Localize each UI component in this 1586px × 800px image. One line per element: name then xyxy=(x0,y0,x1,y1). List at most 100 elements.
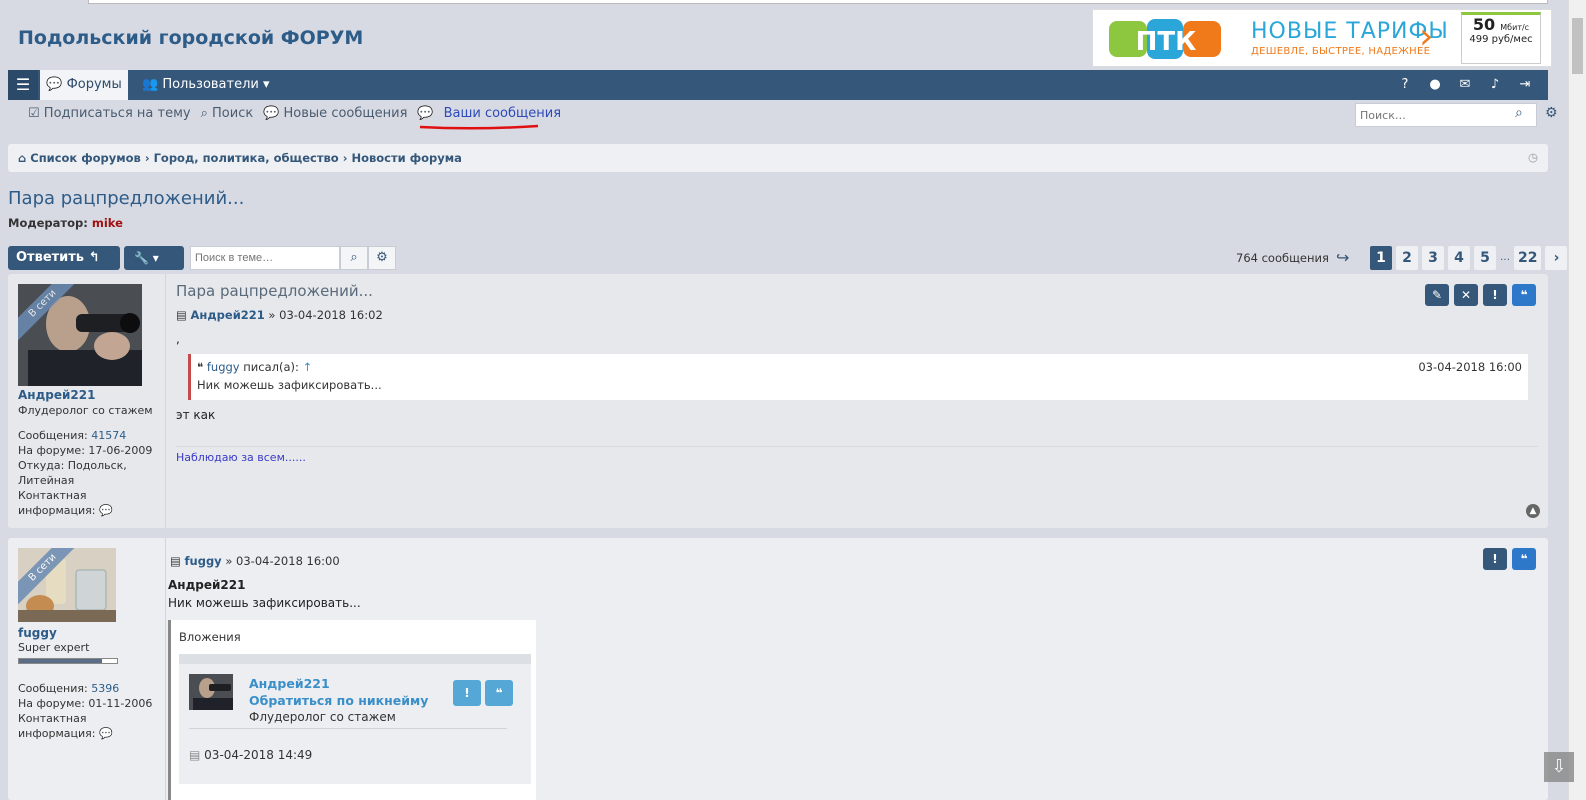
attachment-actions: ! ❝ xyxy=(453,680,513,706)
post-profile: В сети Андрей221 Флудеролог со стажем Со… xyxy=(8,274,166,528)
quote-icon[interactable]: ❝ xyxy=(1512,548,1536,570)
post-author-rank: Super expert xyxy=(18,641,90,654)
quote-icon[interactable]: ❝ xyxy=(485,680,513,706)
page-scrollbar[interactable] xyxy=(1568,0,1586,800)
post-meta-author[interactable]: Андрей221 xyxy=(191,308,265,322)
chat-icon[interactable]: 💬 xyxy=(99,727,113,740)
page-5[interactable]: 5 xyxy=(1474,246,1496,270)
header-search-input[interactable] xyxy=(1355,103,1537,127)
search-icon[interactable]: ⌕ xyxy=(340,246,368,270)
new-messages-link[interactable]: 💬 Новые сообщения xyxy=(263,106,407,121)
post-author-name[interactable]: fuggy xyxy=(18,626,57,640)
avatar[interactable]: В сети xyxy=(18,548,116,622)
post-icon: ▤ xyxy=(170,554,181,568)
contact-label: Контактная xyxy=(18,712,87,725)
quote-box: ❝ fuggy писал(а): ↑ 03-04-2018 16:00 Ник… xyxy=(188,354,1528,400)
banner-speed-box: 50 Мбит/с 499 руб/мес xyxy=(1461,12,1541,64)
post-actions: ! ❝ xyxy=(1483,548,1536,570)
site-title[interactable]: Подольский городской ФОРУМ xyxy=(18,27,363,49)
subscribe-label: Подписаться на тему xyxy=(43,106,191,121)
nav-forums[interactable]: 💬 Форумы xyxy=(40,70,128,100)
arrow-up-icon[interactable]: ↑ xyxy=(303,360,313,374)
mention-by-nickname-link[interactable]: Обратиться по никнейму xyxy=(249,693,428,708)
post-text: Ник можешь зафиксировать... xyxy=(168,596,361,610)
breadcrumb-forum[interactable]: Новости форума xyxy=(351,151,461,165)
your-messages-link[interactable]: Ваши сообщения xyxy=(444,106,561,121)
avatar[interactable]: В сети xyxy=(18,284,142,386)
user-icon[interactable]: ● xyxy=(1420,70,1450,100)
logout-icon[interactable]: ⇥ xyxy=(1510,70,1540,100)
back-to-top-icon[interactable]: ▲ xyxy=(1526,504,1540,518)
ad-banner[interactable]: ПТК НОВЫЕ ТАРИФЫ ДЕШЕВЛЕ, БЫСТРЕЕ, НАДЕЖ… xyxy=(1092,9,1552,67)
attachment-user-name[interactable]: Андрей221 xyxy=(249,676,330,691)
attachments-label: Вложения xyxy=(179,630,241,644)
banner-price: 499 руб/мес xyxy=(1469,34,1533,45)
ptk-logo: ПТК xyxy=(1109,19,1221,59)
banner-tagline: ДЕШЕВЛЕ, БЫСТРЕЕ, НАДЕЖНЕЕ xyxy=(1251,46,1431,57)
post-text-comma: , xyxy=(176,332,180,346)
scroll-down-icon[interactable]: ⇩ xyxy=(1544,752,1574,782)
attachment-date-line: ▤ 03-04-2018 14:49 xyxy=(189,748,312,762)
post-meta: ▤ fuggy » 03-04-2018 16:00 xyxy=(170,554,340,568)
gear-icon[interactable]: ⚙ xyxy=(368,246,396,270)
help-icon[interactable]: ? xyxy=(1390,70,1420,100)
quote-icon[interactable]: ❝ xyxy=(1512,284,1536,306)
topic-title[interactable]: Пара рацпредложений... xyxy=(8,188,244,209)
post-meta-author[interactable]: fuggy xyxy=(185,554,222,568)
post: В сети Андрей221 Флудеролог со стажем Со… xyxy=(8,274,1548,528)
joined-stat: На форуме: 17-06-2009 xyxy=(18,444,153,457)
search-icon[interactable]: ⌕ xyxy=(1515,105,1523,121)
nav-users-label: Пользователи xyxy=(162,77,259,92)
post: В сети fuggy Super expert Сообщения: 539… xyxy=(8,538,1548,800)
quote-date: 03-04-2018 16:00 xyxy=(1418,360,1522,374)
nav-users[interactable]: 👥 Пользователи ▾ xyxy=(138,70,274,100)
inbox-icon[interactable]: ✉ xyxy=(1450,70,1480,100)
page-ellipsis: … xyxy=(1500,252,1510,263)
moderator-line: Модератор: mike xyxy=(8,216,123,230)
breadcrumb-forums[interactable]: Список форумов xyxy=(30,151,141,165)
jump-to-page-icon[interactable]: ↪ xyxy=(1336,248,1349,267)
location-stat: Откуда: Подольск, xyxy=(18,459,127,472)
messages-label: Сообщения: xyxy=(18,429,88,442)
nav-icons: ? ● ✉ ♪ ⇥ xyxy=(1390,70,1540,100)
chevron-down-icon: ▾ xyxy=(263,77,270,92)
post-profile: В сети fuggy Super expert Сообщения: 539… xyxy=(8,538,166,800)
page-1[interactable]: 1 xyxy=(1370,246,1392,270)
report-icon[interactable]: ! xyxy=(1483,548,1507,570)
moderator-link[interactable]: mike xyxy=(92,216,123,230)
bell-icon[interactable]: ♪ xyxy=(1480,70,1510,100)
topic-search-input[interactable] xyxy=(190,246,340,270)
hamburger-menu-icon[interactable]: ☰ xyxy=(8,70,38,100)
post-author-name[interactable]: Андрей221 xyxy=(18,388,95,402)
messages-count[interactable]: 5396 xyxy=(91,682,119,695)
pagination: 1 2 3 4 5 … 22 › xyxy=(1370,246,1568,270)
attachments-box: Вложения Андрей221 Обратиться по никнейм… xyxy=(168,620,536,800)
page-last[interactable]: 22 xyxy=(1514,246,1542,270)
quote-author[interactable]: fuggy xyxy=(207,360,240,374)
report-icon[interactable]: ! xyxy=(453,680,481,706)
scrollbar-thumb[interactable] xyxy=(1572,18,1583,74)
rank-progress-bar xyxy=(18,658,118,664)
gear-icon[interactable]: ⚙ xyxy=(1545,105,1558,121)
search-link[interactable]: ⌕ Поиск xyxy=(201,106,254,121)
messages-count[interactable]: 41574 xyxy=(91,429,126,442)
new-messages-label: Новые сообщения xyxy=(283,106,408,121)
topic-tools-button[interactable]: 🔧 ▾ xyxy=(124,246,184,270)
reply-button[interactable]: Ответить ↰ xyxy=(8,246,120,270)
post-author-stats: Сообщения: 5396 На форуме: 01-11-2006 Ко… xyxy=(18,681,152,741)
next-page-icon[interactable]: › xyxy=(1545,246,1568,270)
page-4[interactable]: 4 xyxy=(1448,246,1470,270)
chat-icon[interactable]: 💬 xyxy=(99,504,113,517)
post-title[interactable]: Пара рацпредложений... xyxy=(176,282,373,300)
page-3[interactable]: 3 xyxy=(1422,246,1444,270)
attachment-avatar[interactable] xyxy=(189,674,233,710)
moderator-label: Модератор: xyxy=(8,216,88,230)
report-icon[interactable]: ! xyxy=(1483,284,1507,306)
edit-icon[interactable]: ✎ xyxy=(1425,284,1449,306)
subscribe-link[interactable]: ☑ Подписаться на тему xyxy=(28,106,191,121)
breadcrumb-category[interactable]: Город, политика, общество xyxy=(154,151,339,165)
delete-icon[interactable]: ✕ xyxy=(1454,284,1478,306)
rank-progress-fill xyxy=(19,659,103,663)
post-icon: ▤ xyxy=(176,308,187,322)
page-2[interactable]: 2 xyxy=(1396,246,1418,270)
